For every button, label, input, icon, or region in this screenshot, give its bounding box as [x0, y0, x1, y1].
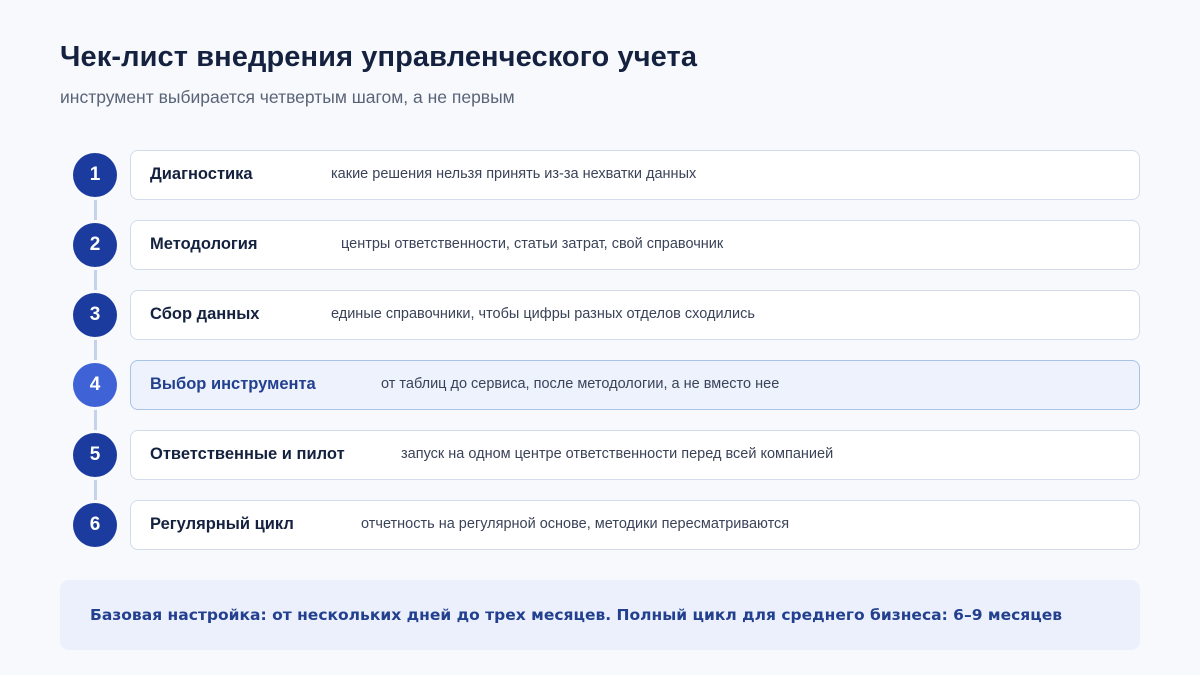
step-title: Методология	[150, 235, 258, 253]
step-description: какие решения нельзя принять из-за нехва…	[331, 166, 697, 182]
summary-text: Базовая настройка: от нескольких дней до…	[90, 606, 1063, 624]
step-6: 6 Регулярный цикл отчетность на регулярн…	[60, 500, 1140, 550]
checklist-slide: Чек-лист внедрения управленческого учета…	[60, 0, 1140, 675]
step-title: Выбор инструмента	[150, 375, 316, 393]
summary-callout: Базовая настройка: от нескольких дней до…	[60, 580, 1140, 650]
step-card: Сбор данных единые справочники, чтобы ци…	[130, 290, 1140, 340]
step-title: Ответственные и пилот	[150, 445, 345, 463]
step-number-badge: 1	[73, 153, 117, 197]
step-description: отчетность на регулярной основе, методик…	[361, 516, 790, 532]
step-description: запуск на одном центре ответственности п…	[401, 446, 834, 462]
step-5: 5 Ответственные и пилот запуск на одном …	[60, 430, 1140, 480]
step-4: 4 Выбор инструмента от таблиц до сервиса…	[60, 360, 1140, 410]
step-card: Методология центры ответственности, стат…	[130, 220, 1140, 270]
step-number-badge: 3	[73, 293, 117, 337]
step-number-badge: 4	[73, 363, 117, 407]
step-number-badge: 6	[73, 503, 117, 547]
step-number-badge: 2	[73, 223, 117, 267]
step-number-badge: 5	[73, 433, 117, 477]
step-description: центры ответственности, статьи затрат, с…	[341, 236, 724, 252]
step-card: Регулярный цикл отчетность на регулярной…	[130, 500, 1140, 550]
page-subtitle: инструмент выбирается четвертым шагом, а…	[60, 87, 515, 107]
page-title: Чек-лист внедрения управленческого учета	[60, 41, 698, 73]
step-card: Выбор инструмента от таблиц до сервиса, …	[130, 360, 1140, 410]
step-3: 3 Сбор данных единые справочники, чтобы …	[60, 290, 1140, 340]
steps-list: 1 Диагностика какие решения нельзя приня…	[60, 150, 1140, 570]
step-description: от таблиц до сервиса, после методологии,…	[381, 376, 780, 392]
step-title: Сбор данных	[150, 305, 260, 323]
step-description: единые справочники, чтобы цифры разных о…	[331, 306, 755, 322]
step-card: Диагностика какие решения нельзя принять…	[130, 150, 1140, 200]
step-1: 1 Диагностика какие решения нельзя приня…	[60, 150, 1140, 200]
step-title: Диагностика	[150, 165, 253, 183]
step-2: 2 Методология центры ответственности, ст…	[60, 220, 1140, 270]
step-card: Ответственные и пилот запуск на одном це…	[130, 430, 1140, 480]
step-title: Регулярный цикл	[150, 515, 294, 533]
